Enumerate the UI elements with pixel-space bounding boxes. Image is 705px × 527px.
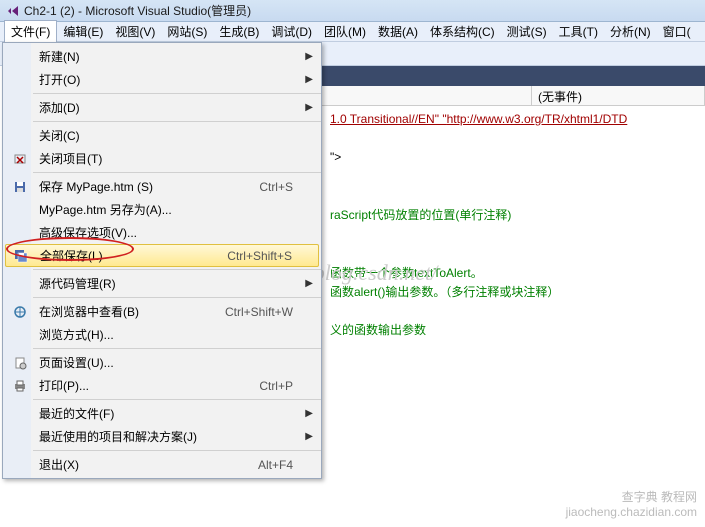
code-line: 义的函数输出参数 [330,321,697,340]
menu-item-label: 关闭项目(T) [33,150,317,167]
menu-item[interactable]: 退出(X)Alt+F4 [3,453,321,476]
menu-item[interactable]: 最近的文件(F)▶ [3,402,321,425]
menu-item-label: 打印(P)... [33,377,259,394]
menu-item[interactable]: 分析(N) [604,21,657,42]
menu-separator [33,450,321,451]
code-line [330,302,697,321]
menu-item[interactable]: 添加(D)▶ [3,96,321,119]
menu-item-label: 浏览方式(H)... [33,326,317,343]
menu-item[interactable]: 源代码管理(R)▶ [3,272,321,295]
code-line [330,129,697,148]
file-menu-dropdown: 新建(N)▶打开(O)▶添加(D)▶关闭(C)关闭项目(T)保存 MyPage.… [2,42,322,479]
watermark-line1: 查字典 教程网 [566,490,697,504]
save-all-icon [8,249,34,263]
menu-item[interactable]: 页面设置(U)... [3,351,321,374]
menu-item-label: MyPage.htm 另存为(A)... [33,201,317,218]
code-line: 函数alert()输出参数。（多行注释或块注释） [330,283,697,302]
object-dropdown[interactable] [322,86,532,105]
code-line: 函数带一个参数textToAlert。 [330,264,697,283]
menu-shortcut: Ctrl+Shift+S [227,249,316,263]
menu-item[interactable]: 全部保存(L)Ctrl+Shift+S [5,244,319,267]
menu-item[interactable]: 打开(O)▶ [3,68,321,91]
menu-shortcut: Alt+F4 [258,458,317,472]
vs-logo-icon [6,4,20,18]
window-title: Ch2-1 (2) - Microsoft Visual Studio(管理员) [24,2,251,19]
menu-item[interactable]: 新建(N)▶ [3,45,321,68]
menu-item[interactable]: 打印(P)...Ctrl+P [3,374,321,397]
menu-item-label: 最近使用的项目和解决方案(J) [33,428,317,445]
menu-bar: 文件(F)编辑(E)视图(V)网站(S)生成(B)调试(D)团队(M)数据(A)… [0,22,705,42]
menu-item-label: 打开(O) [33,71,317,88]
menu-item-label: 添加(D) [33,99,317,116]
menu-shortcut: Ctrl+P [259,379,317,393]
menu-item[interactable]: 数据(A) [372,21,424,42]
menu-item[interactable]: 关闭(C) [3,124,321,147]
menu-item[interactable]: 视图(V) [109,21,161,42]
event-dropdown[interactable]: (无事件) [532,86,705,105]
code-line [330,244,697,263]
submenu-arrow-icon: ▶ [305,431,313,442]
menu-item[interactable]: 网站(S) [161,21,213,42]
menu-shortcut: Ctrl+S [259,180,317,194]
menu-item-label: 全部保存(L) [34,247,227,264]
menu-item[interactable]: 团队(M) [318,21,372,42]
menu-item[interactable]: 测试(S) [501,21,553,42]
code-line [330,187,697,206]
editor-tab-header [322,66,705,86]
code-line [330,168,697,187]
menu-item[interactable]: MyPage.htm 另存为(A)... [3,198,321,221]
menu-separator [33,297,321,298]
watermark-line2: jiaocheng.chazidian.com [566,505,697,519]
menu-item[interactable]: 高级保存选项(V)... [3,221,321,244]
menu-item[interactable]: 关闭项目(T) [3,147,321,170]
editor-nav-row: (无事件) [322,86,705,106]
submenu-arrow-icon: ▶ [305,408,313,419]
menu-item-label: 最近的文件(F) [33,405,317,422]
menu-separator [33,348,321,349]
menu-item[interactable]: 窗口( [657,21,697,42]
menu-item[interactable]: 体系结构(C) [424,21,501,42]
code-editor[interactable]: 1.0 Transitional//EN" "http://www.w3.org… [322,106,705,344]
menu-separator [33,93,321,94]
submenu-arrow-icon: ▶ [305,278,313,289]
menu-item[interactable]: 调试(D) [265,21,318,42]
close-proj-icon [7,152,33,166]
save-icon [7,180,33,194]
title-bar: Ch2-1 (2) - Microsoft Visual Studio(管理员) [0,0,705,22]
code-line [330,225,697,244]
browse-icon [7,305,33,319]
menu-item-label: 关闭(C) [33,127,317,144]
menu-item[interactable]: 工具(T) [553,21,604,42]
menu-separator [33,121,321,122]
menu-item-label: 在浏览器中查看(B) [33,303,225,320]
menu-item[interactable]: 最近使用的项目和解决方案(J)▶ [3,425,321,448]
submenu-arrow-icon: ▶ [305,74,313,85]
menu-item-label: 保存 MyPage.htm (S) [33,178,259,195]
menu-item-label: 新建(N) [33,48,317,65]
menu-item-label: 页面设置(U)... [33,354,317,371]
menu-item-label: 源代码管理(R) [33,275,317,292]
watermark-footer: 查字典 教程网 jiaocheng.chazidian.com [566,490,697,519]
submenu-arrow-icon: ▶ [305,51,313,62]
menu-item-label: 退出(X) [33,456,258,473]
menu-shortcut: Ctrl+Shift+W [225,305,317,319]
submenu-arrow-icon: ▶ [305,102,313,113]
editor-area: (无事件) 1.0 Transitional//EN" "http://www.… [322,66,705,527]
menu-item[interactable]: 在浏览器中查看(B)Ctrl+Shift+W [3,300,321,323]
menu-separator [33,269,321,270]
menu-separator [33,399,321,400]
page-setup-icon [7,356,33,370]
code-line: "> [330,148,697,167]
menu-separator [33,172,321,173]
menu-item[interactable]: 编辑(E) [57,21,109,42]
menu-item[interactable]: 保存 MyPage.htm (S)Ctrl+S [3,175,321,198]
menu-item[interactable]: 生成(B) [213,21,265,42]
menu-item-label: 高级保存选项(V)... [33,224,317,241]
menu-item[interactable]: 文件(F) [4,20,57,43]
code-line: 1.0 Transitional//EN" "http://www.w3.org… [330,110,697,129]
print-icon [7,379,33,393]
menu-item[interactable]: 浏览方式(H)... [3,323,321,346]
code-line: raScript代码放置的位置(单行注释) [330,206,697,225]
